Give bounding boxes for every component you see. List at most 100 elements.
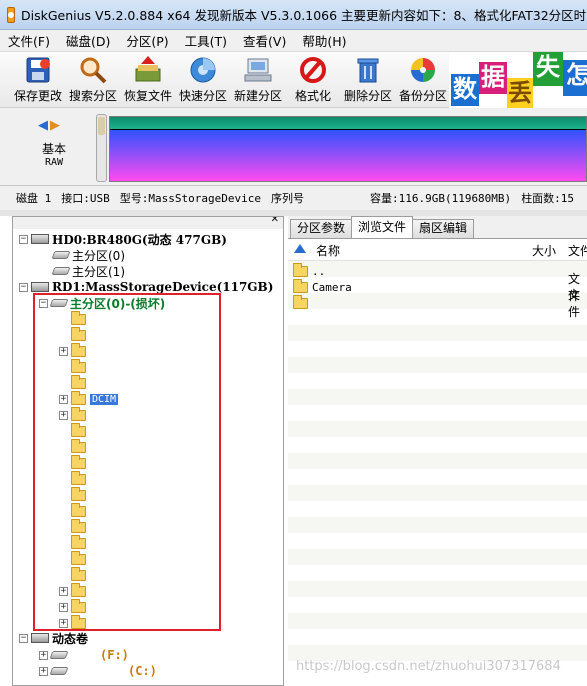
recover-files-button[interactable]: 恢复文件 (120, 54, 176, 106)
backup-partition-button[interactable]: 备份分区 (395, 54, 451, 106)
quick-partition-button[interactable]: 快速分区 (175, 54, 231, 106)
tree-node-hd0-partition-1[interactable]: 主分区(1) (51, 263, 125, 279)
partition-bar[interactable] (109, 116, 587, 182)
disk-map-scrollbar[interactable] (96, 114, 107, 182)
save-changes-button[interactable]: 保存更改 (10, 54, 66, 106)
expand-icon[interactable]: + (59, 586, 68, 596)
collapse-icon[interactable]: − (19, 234, 28, 244)
disk-tree-panel: ✕ − HD0:BR480G(动态 477GB) 主分区(0) 主分区(1) −… (12, 216, 284, 686)
tree-node-folder[interactable] (59, 534, 90, 551)
folder-icon (71, 582, 86, 597)
disk-info-line: 磁盘 1 接口:USB 型号:MassStorageDevice 序列号 容量:… (0, 186, 587, 210)
tree-node-rd1-partition-0[interactable]: − 主分区(0)-(损坏) (39, 295, 165, 311)
promo-banner[interactable]: 数 据 丢 失 怎 (449, 52, 587, 108)
disk-type-label: 基本 RAW (41, 142, 66, 168)
tree-node-dynamic-volumes[interactable]: − 动态卷 (19, 630, 88, 646)
tree-node-hd0[interactable]: − HD0:BR480G(动态 477GB) (19, 231, 227, 247)
collapse-icon[interactable]: − (39, 298, 48, 308)
tree-node-folder[interactable]: + (59, 582, 90, 599)
tab-browse-files[interactable]: 浏览文件 (351, 216, 414, 238)
folder-icon (71, 566, 86, 581)
menu-bar: 文件(F) 磁盘(D) 分区(P) 工具(T) 查看(V) 帮助(H) (0, 30, 587, 52)
tree-node-folder[interactable] (59, 374, 90, 391)
save-disk-icon (23, 55, 53, 85)
file-row[interactable]: .. (288, 262, 587, 279)
tree-node-folder[interactable] (59, 550, 90, 567)
usb-disk-icon (31, 282, 49, 292)
recover-files-icon (133, 55, 163, 85)
tree-node-drive-f[interactable]: + (F:) (39, 647, 129, 663)
tree-node-folder[interactable] (59, 566, 90, 583)
tree-node-folder[interactable] (59, 454, 90, 471)
menu-help[interactable]: 帮助(H) (294, 31, 354, 50)
close-icon[interactable]: ✕ (271, 217, 279, 225)
expand-icon[interactable]: + (59, 618, 68, 628)
title-bar: DiskGenius V5.2.0.884 x64 发现新版本 V5.3.0.1… (0, 0, 587, 30)
expand-icon[interactable]: + (59, 346, 68, 356)
disk-serial-label: 序列号 (270, 192, 304, 205)
trash-bin-icon (353, 55, 383, 85)
partition-icon (51, 267, 71, 275)
watermark: https://blog.csdn.net/zhuohui307317684 (296, 659, 561, 674)
disk-nav-arrows[interactable]: ◀ ▶ (38, 118, 60, 133)
tree-node-dcim-label: DCIM (90, 393, 119, 405)
right-panel: 分区参数 浏览文件 扇区编辑 名称 大小 文件 .. Camera 文件 文件 (288, 216, 587, 686)
column-name[interactable]: 名称 (316, 242, 340, 259)
tree-node-folder[interactable]: + (59, 406, 90, 423)
tree-node-folder[interactable] (59, 310, 90, 327)
expand-icon[interactable]: + (39, 650, 48, 660)
tree-node-folder[interactable]: + (59, 342, 90, 359)
disk-cylinders: 柱面数:15 (521, 192, 575, 205)
search-partition-button[interactable]: 搜索分区 (65, 54, 121, 106)
file-list-header: 名称 大小 文件 (288, 239, 587, 261)
menu-disk[interactable]: 磁盘(D) (58, 31, 118, 50)
file-row[interactable]: Camera 文件 (288, 272, 587, 303)
new-partition-icon (243, 55, 273, 85)
tab-partition-params[interactable]: 分区参数 (290, 219, 353, 238)
menu-file[interactable]: 文件(F) (0, 31, 58, 50)
expand-icon[interactable]: + (59, 602, 68, 612)
column-type[interactable]: 文件 (568, 242, 587, 259)
collapse-icon[interactable]: − (19, 282, 28, 292)
tab-sector-edit[interactable]: 扇区编辑 (412, 219, 475, 238)
tab-strip: 分区参数 浏览文件 扇区编辑 (288, 216, 475, 238)
tree-node-folder[interactable]: + DCIM (59, 390, 119, 407)
tree-node-folder[interactable] (59, 518, 90, 535)
tree-node-drive-c[interactable]: + (C:) (39, 663, 157, 679)
arrow-left-icon[interactable]: ◀ (38, 118, 48, 133)
up-arrow-icon[interactable] (294, 244, 306, 253)
menu-partition[interactable]: 分区(P) (118, 31, 176, 50)
expand-icon[interactable]: + (59, 394, 68, 404)
tree-node-folder[interactable] (59, 502, 90, 519)
new-partition-button[interactable]: 新建分区 (230, 54, 286, 106)
disk-model: 型号:MassStorageDevice (119, 192, 261, 205)
partition-icon (49, 667, 69, 675)
menu-tools[interactable]: 工具(T) (177, 31, 235, 50)
arrow-right-icon[interactable]: ▶ (50, 118, 60, 133)
window-title: DiskGenius V5.2.0.884 x64 发现新版本 V5.3.0.1… (21, 8, 587, 23)
format-button[interactable]: 格式化 (285, 54, 341, 106)
file-list: 名称 大小 文件 .. Camera 文件 文件 (288, 238, 587, 686)
file-row[interactable]: 文件 (288, 288, 587, 319)
collapse-icon[interactable]: − (19, 633, 28, 643)
folder-icon (71, 454, 86, 469)
tree-node-folder[interactable] (59, 438, 90, 455)
tree-node-rd1[interactable]: − RD1:MassStorageDevice(117GB) (19, 279, 273, 295)
column-size[interactable]: 大小 (532, 242, 556, 259)
tree-node-folder[interactable] (59, 422, 90, 439)
tree-node-folder[interactable] (59, 470, 90, 487)
expand-icon[interactable]: + (39, 666, 48, 676)
expand-icon[interactable]: + (59, 410, 68, 420)
partition-icon (49, 299, 69, 307)
tree-node-folder[interactable] (59, 358, 90, 375)
magnifier-icon (78, 55, 108, 85)
menu-view[interactable]: 查看(V) (235, 31, 294, 50)
delete-partition-button[interactable]: 删除分区 (340, 54, 396, 106)
disk-map: ◀ ▶ 基本 RAW (0, 108, 587, 186)
folder-icon (71, 470, 86, 485)
tree-node-folder[interactable] (59, 486, 90, 503)
tree-node-folder[interactable]: + (59, 598, 90, 615)
tree-node-hd0-partition-0[interactable]: 主分区(0) (51, 247, 125, 263)
tree-node-folder[interactable] (59, 326, 90, 343)
folder-icon (293, 294, 308, 309)
